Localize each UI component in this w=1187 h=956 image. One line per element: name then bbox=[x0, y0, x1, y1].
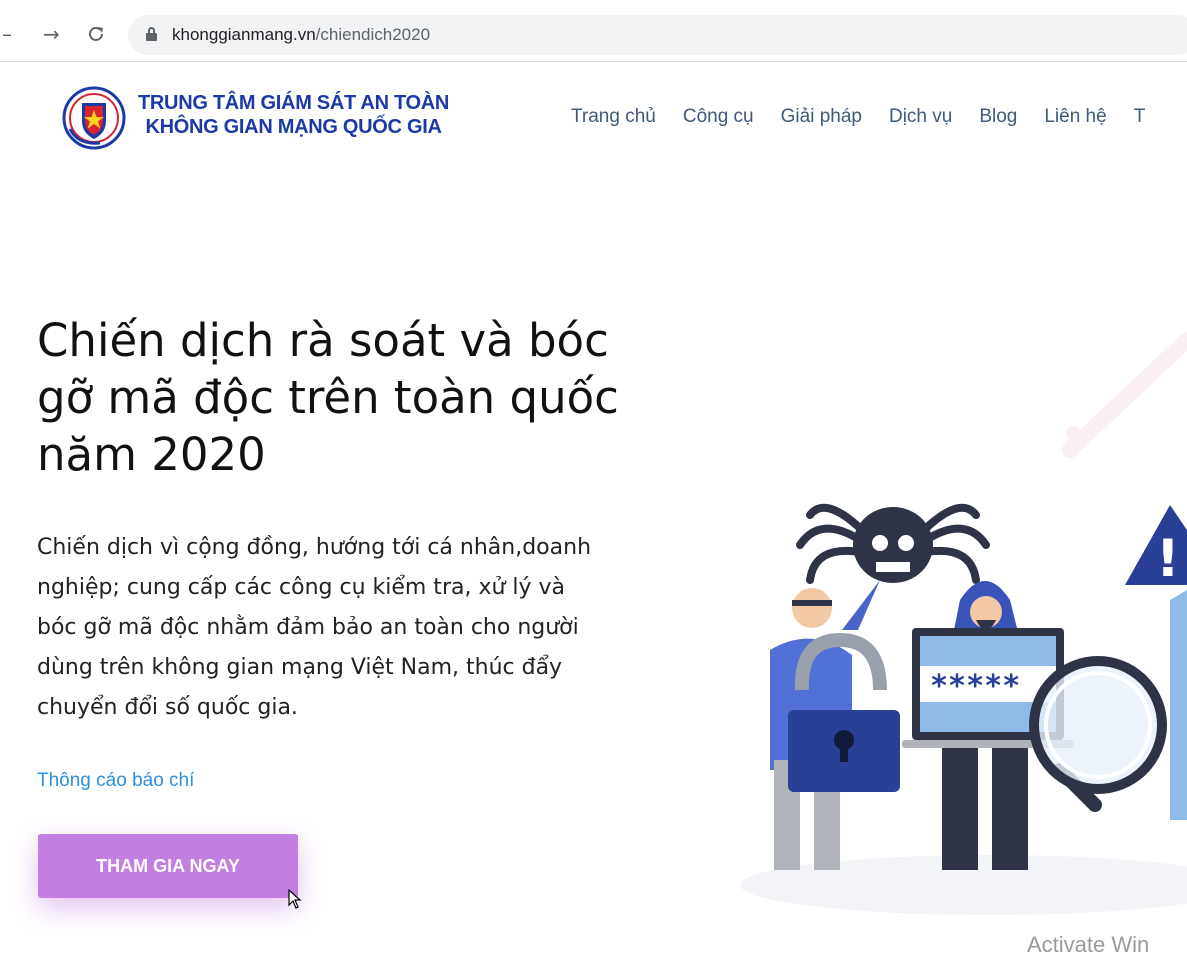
hero-title: Chiến dịch rà soát và bóc gỡ mã độc trên… bbox=[37, 312, 687, 483]
hero-illustration: ***** ! bbox=[740, 332, 1187, 915]
hero-description-line: Chiến dịch vì cộng đồng, hướng tới cá nh… bbox=[37, 535, 592, 560]
nav-item-truncated[interactable]: T bbox=[1134, 106, 1146, 128]
address-bar[interactable]: khonggianmang.vn/chiendich2020 bbox=[128, 15, 1187, 55]
hero-title-line: năm 2020 bbox=[37, 428, 266, 481]
hero-title-line: gỡ mã độc trên toàn quốc bbox=[37, 371, 619, 424]
brand-line-1: TRUNG TÂM GIÁM SÁT AN TOÀN bbox=[138, 92, 450, 114]
nav-item-giai-phap[interactable]: Giải pháp bbox=[781, 106, 862, 128]
hero-title-line: Chiến dịch rà soát và bóc bbox=[37, 314, 609, 367]
url-text[interactable]: khonggianmang.vn/chiendich2020 bbox=[172, 25, 430, 45]
hero-description: Chiến dịch vì cộng đồng, hướng tới cá nh… bbox=[37, 528, 677, 728]
join-now-label: THAM GIA NGAY bbox=[96, 855, 240, 876]
arrow-right-icon[interactable]: → bbox=[43, 22, 60, 46]
decorative-streaks-icon bbox=[1062, 332, 1187, 458]
mouse-cursor-icon bbox=[288, 889, 302, 909]
arrow-left-icon[interactable]: – bbox=[2, 22, 12, 46]
site-brand[interactable]: TRUNG TÂM GIÁM SÁT AN TOÀN KHÔNG GIAN MẠ… bbox=[138, 91, 449, 139]
spider-icon bbox=[796, 503, 990, 584]
join-now-button[interactable]: THAM GIA NGAY bbox=[38, 834, 298, 898]
main-nav: Trang chủ Công cụ Giải pháp Dịch vụ Blog… bbox=[571, 106, 1172, 128]
magnifier-icon bbox=[1029, 656, 1167, 812]
nav-item-blog[interactable]: Blog bbox=[979, 106, 1017, 128]
press-release-link[interactable]: Thông cáo báo chí bbox=[37, 770, 194, 792]
left-person-icon bbox=[770, 580, 900, 870]
reload-icon[interactable] bbox=[86, 24, 106, 44]
hero-description-line: bóc gỡ mã độc nhằm đảm bảo an toàn cho n… bbox=[37, 615, 579, 640]
brand-line-2: KHÔNG GIAN MẠNG QUỐC GIA bbox=[145, 116, 442, 138]
right-person-icon bbox=[1170, 590, 1187, 820]
nav-item-cong-cu[interactable]: Công cụ bbox=[683, 106, 754, 128]
browser-toolbar: – → khonggianmang.vn/chiendich2020 bbox=[0, 0, 1187, 62]
hero-description-line: chuyển đổi số quốc gia. bbox=[37, 695, 298, 720]
os-activation-watermark: Activate Win bbox=[1027, 932, 1150, 956]
warning-sign-icon: ! bbox=[1125, 505, 1187, 589]
warning-mark-text: ! bbox=[1156, 529, 1180, 589]
nav-item-trang-chu[interactable]: Trang chủ bbox=[571, 106, 656, 128]
nav-item-dich-vu[interactable]: Dịch vụ bbox=[889, 106, 952, 128]
logo-icon[interactable] bbox=[60, 85, 128, 151]
password-mask-text: ***** bbox=[930, 669, 1020, 704]
hero-description-line: nghiệp; cung cấp các công cụ kiểm tra, x… bbox=[37, 575, 566, 600]
lock-icon bbox=[146, 27, 157, 41]
hero-description-line: dùng trên không gian mạng Việt Nam, thúc… bbox=[37, 655, 563, 680]
nav-item-lien-he[interactable]: Liên hệ bbox=[1044, 106, 1106, 128]
